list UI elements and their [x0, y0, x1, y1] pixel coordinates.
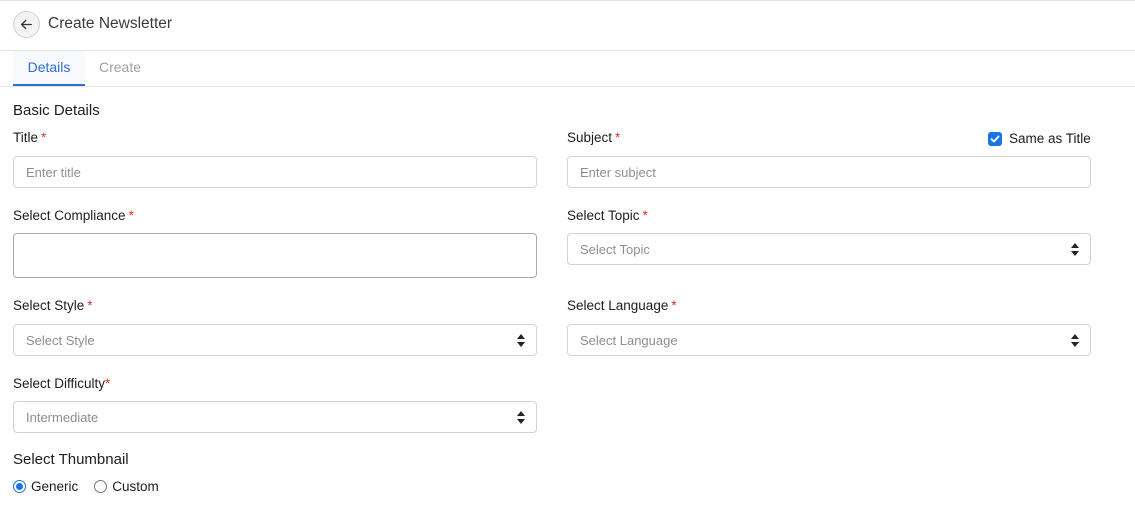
language-select[interactable]: Select Language — [567, 324, 1091, 356]
page-title: Create Newsletter — [48, 15, 173, 32]
compliance-label: Select Compliance * — [13, 208, 134, 223]
required-mark: * — [671, 298, 677, 313]
sort-icon — [517, 334, 525, 347]
subject-label-text: Subject — [567, 130, 613, 145]
radio-custom[interactable]: Custom — [94, 479, 159, 494]
style-select-value: Select Style — [26, 333, 95, 348]
back-button[interactable] — [13, 11, 40, 38]
same-as-title-checkbox[interactable]: Same as Title — [988, 131, 1091, 146]
radio-custom-label: Custom — [112, 479, 159, 494]
subject-input[interactable] — [567, 156, 1091, 188]
topic-label: Select Topic * — [567, 208, 648, 223]
language-label-text: Select Language — [567, 298, 669, 313]
tab-bar: Details Create — [0, 51, 1135, 87]
required-mark: * — [41, 130, 47, 145]
compliance-multiselect[interactable] — [13, 233, 537, 278]
required-mark: * — [615, 130, 621, 145]
radio-generic-label: Generic — [31, 479, 79, 494]
tab-create[interactable]: Create — [85, 51, 155, 86]
topic-select-value: Select Topic — [580, 242, 650, 257]
same-as-title-label: Same as Title — [1009, 131, 1091, 146]
required-mark: * — [105, 376, 111, 391]
page-header: Create Newsletter — [0, 0, 1135, 51]
compliance-label-text: Select Compliance — [13, 208, 126, 223]
basic-details-heading: Basic Details — [13, 102, 100, 119]
sort-icon — [1071, 243, 1079, 256]
required-mark: * — [128, 208, 134, 223]
difficulty-label-text: Select Difficulty — [13, 376, 106, 391]
subject-label: Subject * — [567, 130, 620, 145]
sort-icon — [517, 411, 525, 424]
tab-details[interactable]: Details — [13, 51, 85, 86]
check-icon — [990, 135, 1000, 142]
difficulty-select[interactable]: Intermediate — [13, 401, 537, 433]
style-label: Select Style * — [13, 298, 93, 313]
thumbnail-heading: Select Thumbnail — [13, 451, 129, 468]
title-label: Title * — [13, 130, 46, 145]
topic-label-text: Select Topic — [567, 208, 640, 223]
difficulty-label: Select Difficulty* — [13, 376, 110, 391]
arrow-left-icon — [20, 19, 33, 30]
difficulty-select-value: Intermediate — [26, 410, 99, 425]
language-select-value: Select Language — [580, 333, 678, 348]
sort-icon — [1071, 334, 1079, 347]
radio-button-checked[interactable] — [13, 480, 26, 493]
checkbox-checked[interactable] — [988, 131, 1002, 146]
language-label: Select Language * — [567, 298, 677, 313]
title-input[interactable] — [13, 156, 537, 188]
style-select[interactable]: Select Style — [13, 324, 537, 356]
topic-select[interactable]: Select Topic — [567, 233, 1091, 265]
required-mark: * — [87, 298, 93, 313]
required-mark: * — [642, 208, 648, 223]
radio-button-unchecked[interactable] — [94, 480, 108, 493]
radio-generic[interactable]: Generic — [13, 479, 78, 494]
thumbnail-radio-group: Generic Custom — [13, 479, 175, 494]
style-label-text: Select Style — [13, 298, 85, 313]
title-label-text: Title — [13, 130, 39, 145]
